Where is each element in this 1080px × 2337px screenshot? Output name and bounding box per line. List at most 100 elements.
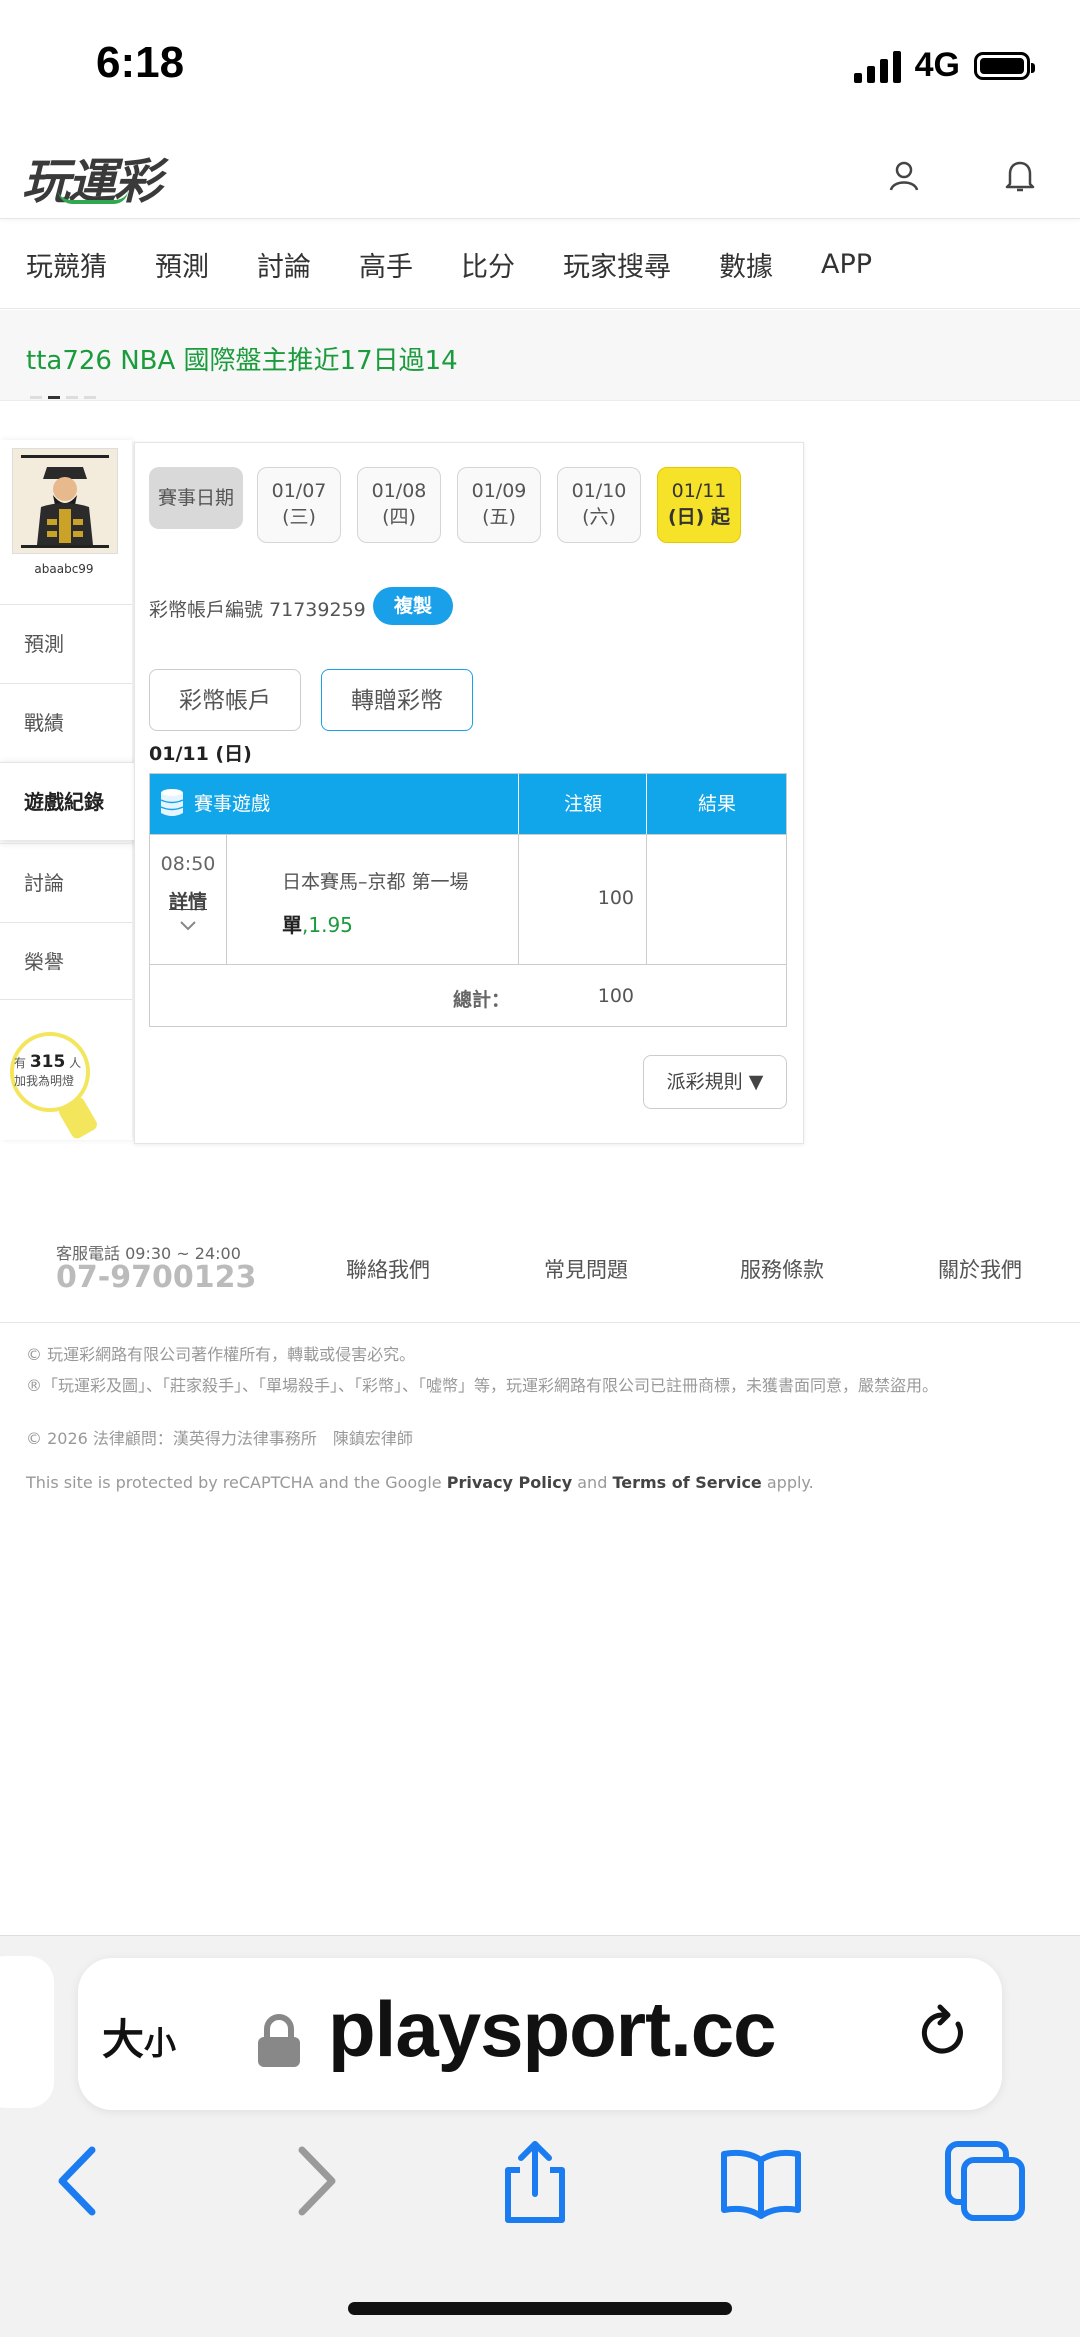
copy-button[interactable]: 複製	[373, 587, 453, 625]
bulb-follow-text[interactable]: 有 315 人 加我為明燈	[14, 1052, 94, 1089]
event-name: 日本賽馬–京都 第一場	[282, 871, 469, 893]
footer-link-faq[interactable]: 常見問題	[544, 1254, 628, 1284]
account-number: 彩幣帳戶編號 71739259	[149, 599, 366, 621]
user-icon[interactable]	[884, 156, 924, 196]
date-weekday: (五)	[482, 506, 516, 528]
back-icon[interactable]	[36, 2136, 126, 2226]
bulb-suffix: 人	[69, 1056, 82, 1070]
chevron-down-icon[interactable]	[178, 919, 198, 933]
payout-rules-dropdown[interactable]: 派彩規則 ▼	[643, 1055, 787, 1109]
nav-item-discuss[interactable]: 討論	[257, 245, 311, 284]
date-value: 01/08	[371, 480, 427, 502]
date-label: 賽事日期	[149, 467, 243, 529]
reload-icon[interactable]	[908, 1998, 978, 2068]
date-btn-0110[interactable]: 01/10 (六)	[557, 467, 641, 543]
url-text[interactable]: playsport.cc	[328, 1984, 777, 2075]
nav-item-scores[interactable]: 比分	[461, 245, 515, 284]
sidebar-item-record[interactable]: 戰績	[0, 683, 132, 761]
date-value: 01/09	[471, 480, 527, 502]
tab-transfer-coins[interactable]: 轉贈彩幣	[321, 669, 473, 731]
date-weekday: (三)	[282, 506, 316, 528]
service-phone[interactable]: 07-9700123	[56, 1260, 256, 1295]
text-size-big: 大	[102, 2015, 145, 2064]
network-type: 4G	[914, 46, 960, 84]
sidebar-item-discuss[interactable]: 討論	[0, 843, 132, 921]
browser-toolbar: 大小 playsport.cc	[0, 1936, 1080, 2337]
previous-tab-peek[interactable]	[0, 1956, 54, 2108]
share-icon[interactable]	[490, 2136, 580, 2226]
row-amount: 100	[597, 887, 634, 909]
logo-swoosh	[58, 190, 128, 204]
game-log-panel: 賽事日期 01/07 (三) 01/08 (四) 01/09 (五) 01/10…	[134, 442, 804, 1144]
forward-icon[interactable]	[268, 2136, 358, 2226]
date-btn-0108[interactable]: 01/08 (四)	[357, 467, 441, 543]
tab-coin-account[interactable]: 彩幣帳戶	[149, 669, 301, 731]
date-btn-0109[interactable]: 01/09 (五)	[457, 467, 541, 543]
status-time: 6:18	[96, 38, 185, 87]
bulb-line2: 加我為明燈	[14, 1074, 75, 1088]
nav-item-guess[interactable]: 玩競猜	[26, 245, 107, 284]
nav-item-app[interactable]: APP	[821, 249, 872, 280]
date-btn-0111[interactable]: 01/11 (日) 起	[657, 467, 741, 543]
privacy-link[interactable]: Privacy Policy	[447, 1473, 572, 1492]
carousel-dots	[30, 396, 96, 399]
bookmarks-icon[interactable]	[716, 2136, 806, 2226]
recaptcha-text: This site is protected by reCAPTCHA and …	[26, 1473, 447, 1492]
table-header: 賽事遊戲 注額 結果	[150, 774, 786, 834]
nav-item-experts[interactable]: 高手	[359, 245, 413, 284]
bell-icon[interactable]	[1000, 156, 1040, 196]
pick: 單	[282, 913, 302, 937]
date-value: 01/10	[571, 480, 627, 502]
footer-link-contact[interactable]: 聯絡我們	[346, 1254, 430, 1284]
legal-counsel: © 2026 法律顧問：漢英得力法律事務所 陳鎮宏律師	[26, 1429, 413, 1448]
username: abaabc99	[34, 562, 94, 576]
footer-link-about[interactable]: 關於我們	[938, 1254, 1022, 1284]
game-log-table: 賽事遊戲 注額 結果 08:50 詳情 日本賽馬–京都 第一場 單,1.95 1…	[149, 773, 787, 1027]
legal-copyright: © 玩運彩網路有限公司著作權所有，轉載或侵害必究。	[26, 1345, 416, 1364]
battery-icon	[974, 51, 1035, 80]
row-time: 08:50	[160, 853, 216, 875]
follower-count: 315	[29, 1052, 66, 1072]
total-value: 100	[597, 985, 634, 1007]
recaptcha-notice: This site is protected by reCAPTCHA and …	[26, 1472, 1056, 1494]
nav-item-predict[interactable]: 預測	[155, 245, 209, 284]
terms-link[interactable]: Terms of Service	[612, 1473, 761, 1492]
home-indicator[interactable]	[348, 2302, 732, 2315]
footer-divider	[0, 1322, 1080, 1323]
table-row: 08:50 詳情 日本賽馬–京都 第一場 單,1.95 100	[150, 834, 786, 965]
address-bar[interactable]: 大小 playsport.cc	[78, 1958, 1002, 2110]
banner-text[interactable]: tta726 NBA 國際盤主推近17日過14	[26, 340, 458, 377]
date-weekday: (六)	[582, 506, 616, 528]
lock-icon	[258, 2014, 300, 2067]
footer-link-terms[interactable]: 服務條款	[740, 1254, 824, 1284]
main-nav: 玩競猜 預測 討論 高手 比分 玩家搜尋 數據 APP	[0, 220, 1080, 309]
date-value: 01/07	[271, 480, 327, 502]
odds: ,1.95	[302, 913, 353, 937]
nav-item-player-search[interactable]: 玩家搜尋	[563, 245, 671, 284]
text-size-button[interactable]: 大小	[102, 2006, 176, 2067]
database-icon	[160, 789, 184, 816]
recaptcha-and: and	[572, 1473, 613, 1492]
header-event: 賽事遊戲	[194, 793, 271, 815]
recaptcha-apply: apply.	[761, 1473, 814, 1492]
pick-line: 單,1.95	[282, 909, 353, 938]
header-amount: 注額	[518, 774, 647, 834]
header-result: 結果	[646, 774, 787, 834]
date-weekday: (四)	[382, 506, 416, 528]
sidebar-item-predict[interactable]: 預測	[0, 604, 132, 682]
promo-banner[interactable]: tta726 NBA 國際盤主推近17日過14	[0, 310, 1080, 401]
avatar[interactable]	[12, 448, 118, 554]
tabs-icon[interactable]	[940, 2136, 1030, 2226]
site-header: 玩運彩	[0, 130, 1080, 219]
date-value: 01/11	[671, 480, 727, 502]
signal-icon	[853, 49, 901, 83]
table-total-row: 總計： 100	[150, 964, 786, 1027]
day-title: 01/11 (日)	[149, 743, 252, 765]
sidebar-item-honor[interactable]: 榮譽	[0, 922, 132, 1000]
total-label: 總計：	[452, 989, 510, 1011]
sidebar-item-game-log[interactable]: 遊戲紀錄	[0, 762, 140, 840]
bulb-prefix: 有	[14, 1056, 27, 1070]
nav-item-data[interactable]: 數據	[719, 245, 773, 284]
detail-link[interactable]: 詳情	[150, 887, 226, 914]
date-btn-0107[interactable]: 01/07 (三)	[257, 467, 341, 543]
